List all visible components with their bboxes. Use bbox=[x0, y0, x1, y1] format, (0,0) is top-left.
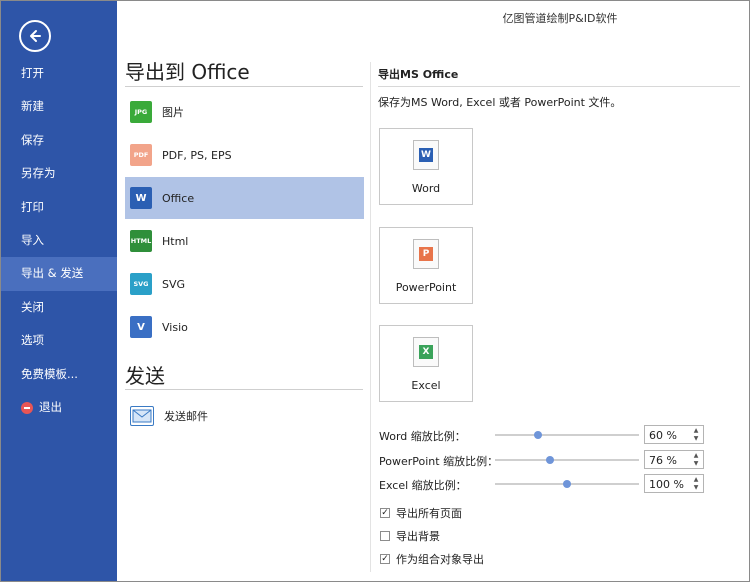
excel-zoom-spinbox[interactable]: 100 % ▲ ▼ bbox=[644, 474, 704, 493]
powerpoint-zoom-row: PowerPoint 缩放比例： 76 % ▲ ▼ bbox=[378, 450, 708, 470]
export-heading-rule bbox=[125, 86, 363, 87]
pdf-icon: PDF bbox=[130, 144, 152, 166]
powerpoint-zoom-slider[interactable] bbox=[495, 456, 639, 464]
export-background-checkbox-row[interactable]: 导出背景 bbox=[380, 528, 440, 544]
word-zoom-label: Word 缩放比例： bbox=[379, 430, 466, 443]
sidebar-item-label: 导出 & 发送 bbox=[21, 266, 84, 281]
powerpoint-zoom-label: PowerPoint 缩放比例： bbox=[379, 455, 499, 468]
sidebar-item-label: 打开 bbox=[21, 66, 44, 80]
sidebar-item-print[interactable]: 打印 bbox=[1, 191, 117, 224]
back-arrow-icon bbox=[30, 30, 41, 42]
excel-zoom-row: Excel 缩放比例： 100 % ▲ ▼ bbox=[378, 474, 708, 494]
spin-arrows-icon[interactable]: ▲ ▼ bbox=[692, 476, 700, 492]
sidebar-item-exit[interactable]: 退出 bbox=[1, 391, 117, 424]
sidebar-item-save[interactable]: 保存 bbox=[1, 124, 117, 157]
sidebar-item-free-templates[interactable]: 免费模板... bbox=[1, 358, 117, 391]
excel-button-label: Excel bbox=[411, 379, 441, 392]
sidebar-item-label: 选项 bbox=[21, 333, 44, 348]
word-zoom-value[interactable]: 60 % bbox=[649, 429, 677, 442]
sidebar: 打开 新建 保存 另存为 打印 导入 导出 & 发送 关闭 选项 免费模板...… bbox=[1, 1, 117, 581]
export-all-pages-label: 导出所有页面 bbox=[396, 507, 462, 520]
export-as-group-checkbox-row[interactable]: ✓ 作为组合对象导出 bbox=[380, 551, 484, 567]
export-option-pdf[interactable]: PDF PDF, PS, EPS bbox=[125, 134, 364, 176]
word-icon: W bbox=[130, 187, 152, 209]
sidebar-item-import[interactable]: 导入 bbox=[1, 224, 117, 257]
export-option-html[interactable]: HTML Html bbox=[125, 220, 364, 262]
exit-icon bbox=[21, 401, 33, 414]
sidebar-item-export-send[interactable]: 导出 & 发送 bbox=[1, 257, 117, 291]
export-option-label: 图片 bbox=[162, 106, 184, 119]
sidebar-item-save-as[interactable]: 另存为 bbox=[1, 157, 117, 190]
excel-zoom-thumb[interactable] bbox=[563, 480, 571, 488]
excel-zoom-value[interactable]: 100 % bbox=[649, 478, 684, 491]
sidebar-item-new[interactable]: 新建 bbox=[1, 90, 117, 123]
sidebar-item-open[interactable]: 打开 bbox=[1, 57, 117, 90]
sidebar-item-label: 保存 bbox=[21, 132, 44, 147]
visio-icon: V bbox=[130, 316, 152, 338]
export-option-label: Html bbox=[162, 234, 189, 248]
sidebar-item-options[interactable]: 选项 bbox=[1, 324, 117, 357]
export-option-image[interactable]: JPG 图片 bbox=[125, 91, 364, 133]
export-heading: 导出到 Office bbox=[125, 60, 250, 84]
word-button-label: Word bbox=[411, 182, 441, 195]
excel-zoom-slider[interactable] bbox=[495, 480, 639, 488]
excel-doc-icon: X bbox=[413, 337, 439, 367]
export-option-svg[interactable]: SVG SVG bbox=[125, 263, 364, 305]
powerpoint-doc-icon: P bbox=[413, 239, 439, 269]
powerpoint-button[interactable]: P PowerPoint bbox=[379, 227, 473, 304]
email-icon-graphic bbox=[132, 409, 152, 423]
ms-office-description: 保存为MS Word, Excel 或者 PowerPoint 文件。 bbox=[378, 96, 622, 109]
export-as-group-checkbox[interactable]: ✓ bbox=[380, 554, 390, 564]
spin-arrows-icon[interactable]: ▲ ▼ bbox=[692, 427, 700, 443]
ms-office-panel: 导出MS Office 保存为MS Word, Excel 或者 PowerPo… bbox=[378, 0, 748, 582]
column-divider bbox=[370, 62, 371, 572]
word-button[interactable]: W Word bbox=[379, 128, 473, 205]
send-option-label: 发送邮件 bbox=[164, 410, 208, 423]
export-option-visio[interactable]: V Visio bbox=[125, 306, 364, 348]
export-option-label: SVG bbox=[162, 277, 186, 291]
powerpoint-zoom-thumb[interactable] bbox=[545, 456, 554, 464]
export-option-label: PDF, PS, EPS bbox=[162, 148, 232, 162]
email-icon bbox=[130, 406, 154, 426]
export-panel: 导出到 Office JPG 图片 PDF PDF, PS, EPS W Off… bbox=[118, 0, 368, 582]
powerpoint-zoom-spinbox[interactable]: 76 % ▲ ▼ bbox=[644, 450, 704, 469]
powerpoint-zoom-value[interactable]: 76 % bbox=[649, 454, 677, 467]
word-zoom-spinbox[interactable]: 60 % ▲ ▼ bbox=[644, 425, 704, 444]
excel-zoom-label: Excel 缩放比例： bbox=[379, 479, 467, 492]
word-zoom-thumb[interactable] bbox=[534, 431, 543, 439]
send-heading: 发送 bbox=[125, 364, 165, 388]
sidebar-item-label: 另存为 bbox=[21, 166, 56, 181]
html-icon: HTML bbox=[130, 230, 152, 252]
export-all-pages-checkbox-row[interactable]: ✓ 导出所有页面 bbox=[380, 505, 462, 521]
send-heading-rule bbox=[125, 389, 363, 390]
word-doc-icon: W bbox=[413, 140, 439, 170]
powerpoint-button-label: PowerPoint bbox=[395, 281, 457, 294]
send-option-email[interactable]: 发送邮件 bbox=[125, 395, 364, 437]
spin-arrows-icon[interactable]: ▲ ▼ bbox=[692, 452, 700, 468]
export-background-label: 导出背景 bbox=[396, 530, 440, 543]
sidebar-nav: 打开 新建 保存 另存为 打印 导入 导出 & 发送 关闭 选项 免费模板...… bbox=[1, 57, 117, 424]
export-option-label: Office bbox=[162, 191, 195, 205]
sidebar-item-label: 新建 bbox=[21, 99, 44, 114]
jpg-icon: JPG bbox=[130, 101, 152, 123]
sidebar-item-label: 导入 bbox=[21, 232, 44, 247]
sidebar-item-label: 关闭 bbox=[21, 299, 44, 314]
excel-button[interactable]: X Excel bbox=[379, 325, 473, 402]
svg-icon: SVG bbox=[130, 273, 152, 295]
export-background-checkbox[interactable] bbox=[380, 531, 390, 541]
sidebar-item-label: 打印 bbox=[21, 199, 44, 214]
sidebar-item-label: 免费模板... bbox=[21, 366, 78, 381]
sidebar-item-close[interactable]: 关闭 bbox=[1, 291, 117, 324]
ms-office-title-rule bbox=[378, 86, 740, 87]
ms-office-title: 导出MS Office bbox=[378, 68, 459, 81]
export-as-group-label: 作为组合对象导出 bbox=[396, 553, 484, 566]
back-button[interactable] bbox=[19, 20, 51, 52]
export-option-office[interactable]: W Office bbox=[125, 177, 364, 219]
export-option-label: Visio bbox=[162, 320, 188, 334]
sidebar-item-label: 退出 bbox=[39, 399, 62, 414]
export-all-pages-checkbox[interactable]: ✓ bbox=[380, 508, 390, 518]
word-zoom-row: Word 缩放比例： 60 % ▲ ▼ bbox=[378, 425, 708, 445]
word-zoom-slider[interactable] bbox=[495, 431, 639, 439]
